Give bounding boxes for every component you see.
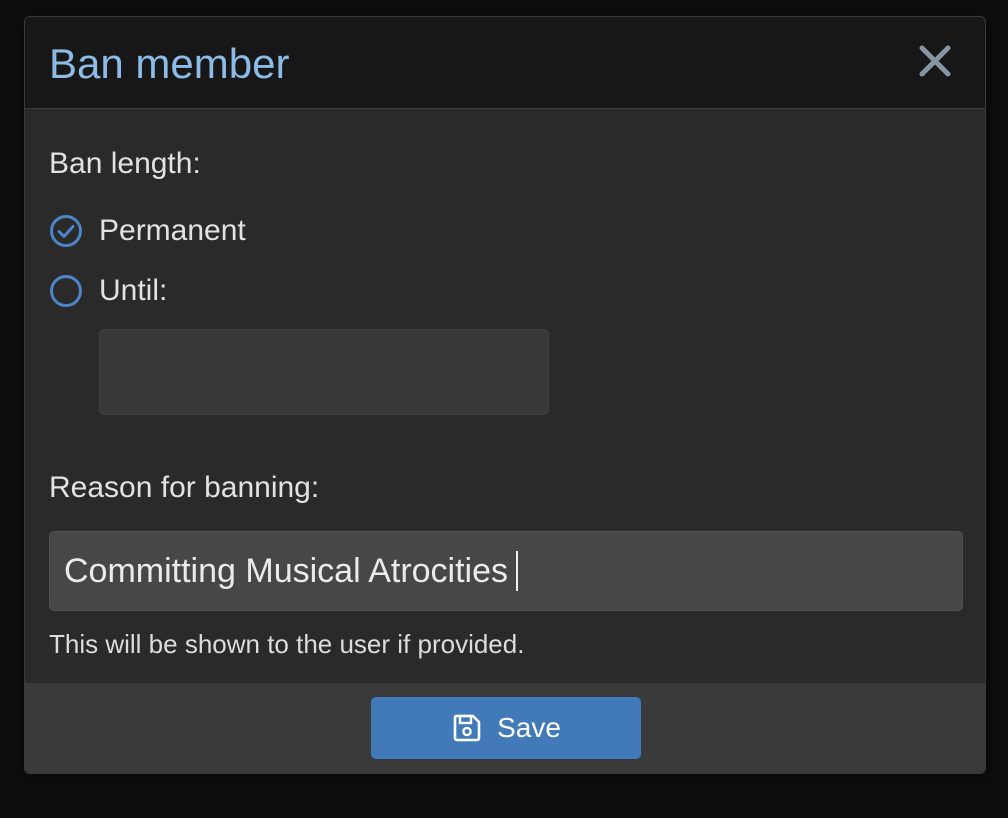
radio-checked-icon — [50, 215, 82, 247]
dialog-header: Ban member — [25, 17, 985, 109]
reason-input[interactable]: Committing Musical Atrocities — [49, 531, 963, 611]
save-button-label: Save — [497, 712, 561, 743]
radio-unchecked-icon — [50, 275, 82, 307]
close-button[interactable] — [915, 41, 955, 81]
reason-label: Reason for banning: — [49, 471, 320, 504]
radio-until-label: Until: — [99, 274, 168, 307]
save-button[interactable]: Save — [371, 697, 641, 759]
close-icon — [919, 45, 951, 77]
text-caret — [516, 551, 519, 591]
dialog-title: Ban member — [49, 40, 290, 87]
ban-member-dialog: Ban member Ban length: Permanent Until: … — [24, 16, 986, 774]
ban-length-label: Ban length: — [49, 147, 201, 180]
dialog-footer: Save — [25, 683, 985, 773]
save-icon — [453, 714, 481, 742]
radio-until[interactable]: Until: — [49, 273, 167, 309]
reason-input-value: Committing Musical Atrocities — [64, 551, 509, 590]
reason-hint: This will be shown to the user if provid… — [49, 629, 525, 659]
radio-permanent[interactable]: Permanent — [49, 213, 246, 249]
dialog-body: Ban length: Permanent Until: Reason for … — [25, 109, 985, 683]
radio-permanent-label: Permanent — [99, 214, 246, 247]
until-date-input[interactable] — [99, 329, 549, 415]
